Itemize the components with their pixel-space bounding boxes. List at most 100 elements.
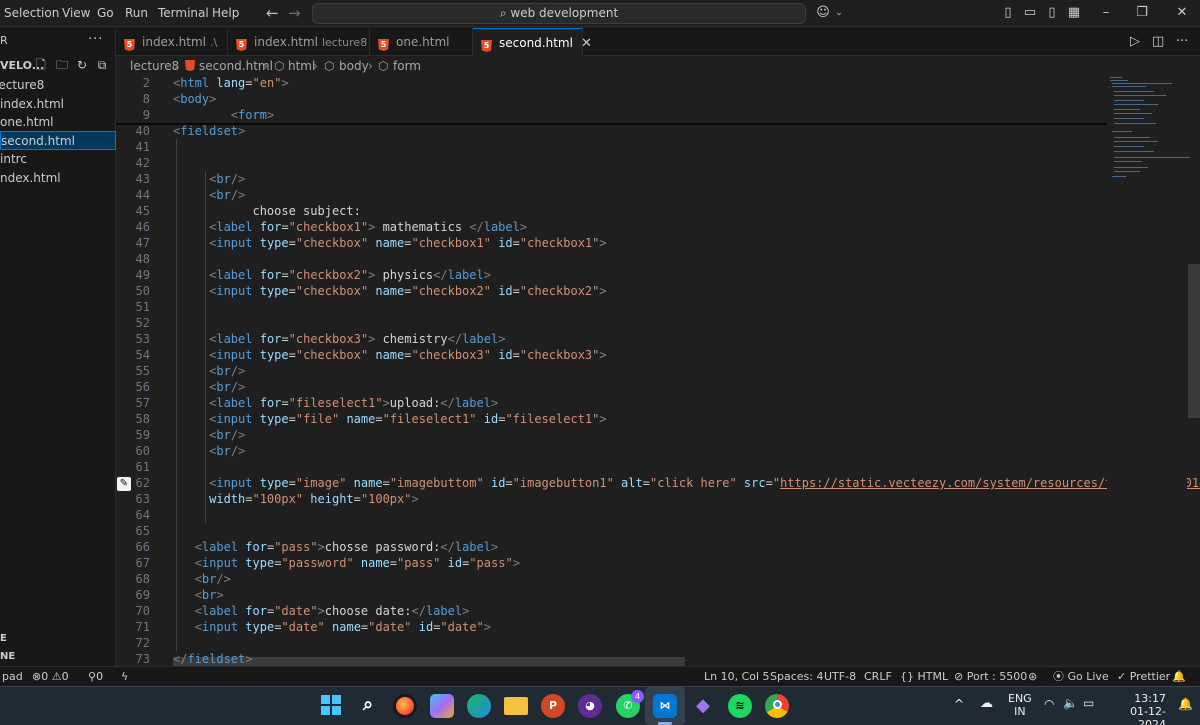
menu-terminal[interactable]: Terminal [158, 0, 209, 27]
code-line[interactable]: 45 choose subject: [116, 203, 1116, 219]
notification-bell-icon[interactable]: 🔔 [1178, 697, 1193, 711]
command-center-search[interactable]: ⌕ web development [312, 3, 806, 24]
menu-go[interactable]: Go [97, 0, 114, 27]
code-line[interactable]: 60 <br/> [116, 443, 1116, 459]
code-line[interactable]: 46 <label for="checkbox1"> mathematics <… [116, 219, 1116, 235]
menu-run[interactable]: Run [125, 0, 148, 27]
minimap[interactable] [1107, 75, 1190, 666]
edge-icon[interactable] [467, 694, 491, 718]
back-arrow-icon[interactable]: ← [266, 4, 279, 22]
obsidian-icon[interactable]: ◆ [691, 694, 715, 718]
mask-app-icon[interactable]: ◕ [578, 694, 602, 718]
toggle-panel-icon[interactable]: ▭ [1022, 5, 1038, 21]
encoding[interactable]: UTF-8 [824, 667, 856, 686]
restore-icon[interactable]: ❐ [1134, 5, 1150, 21]
tree-item-second-html[interactable]: second.html [0, 131, 116, 150]
tree-item-one-html[interactable]: one.html [0, 113, 116, 132]
menu-help[interactable]: Help [212, 0, 239, 27]
code-line[interactable]: 54 <input type="checkbox" name="checkbox… [116, 347, 1116, 363]
tab-index-html-lecture8[interactable]: 5 index.html lecture8 [228, 28, 370, 56]
code-line[interactable]: 67 <input type="password" name="pass" id… [116, 555, 1116, 571]
customize-layout-icon[interactable]: ▦ [1066, 5, 1082, 21]
code-line[interactable]: 40 <fieldset> [116, 123, 1116, 139]
go-live-button[interactable]: ⦿ Go Live [1053, 667, 1109, 686]
code-line[interactable]: 55 <br/> [116, 363, 1116, 379]
code-line[interactable]: 59 <br/> [116, 427, 1116, 443]
status-left-name[interactable]: pad [2, 667, 23, 686]
code-line[interactable]: 52 [116, 315, 1116, 331]
chrome-icon[interactable] [765, 694, 789, 718]
code-line[interactable]: 61 [116, 459, 1116, 475]
code-line[interactable]: 71 <input type="date" name="date" id="da… [116, 619, 1116, 635]
more-actions-icon[interactable]: ··· [88, 32, 103, 47]
more-actions-icon[interactable]: ··· [1176, 34, 1188, 49]
search-icon[interactable]: ⌕ [356, 694, 380, 718]
tree-item-ndex-html[interactable]: ndex.html [0, 169, 116, 188]
vertical-scrollbar-thumb[interactable] [1188, 264, 1200, 418]
language-mode[interactable]: {} HTML [900, 667, 948, 686]
split-editor-icon[interactable]: ◫ [1152, 34, 1164, 49]
refresh-icon[interactable]: ↻ [75, 58, 89, 72]
problems-status[interactable]: ⊗0 ⚠0 [32, 667, 69, 686]
timeline-section[interactable]: NE [0, 651, 15, 662]
powerpoint-icon[interactable]: P [541, 694, 565, 718]
code-line[interactable]: 65 [116, 523, 1116, 539]
menu-selection[interactable]: Selection [4, 0, 59, 27]
ports-status[interactable]: ⚲0 [88, 667, 103, 686]
tab-second-html[interactable]: 5 second.html ✕ [473, 28, 592, 56]
code-line[interactable]: 68 <br/> [116, 571, 1116, 587]
tab-one-html[interactable]: 5 one.html [370, 28, 473, 56]
forward-arrow-icon[interactable]: → [288, 4, 301, 22]
code-line[interactable]: 73 </fieldset> [116, 651, 1116, 666]
run-icon[interactable]: ▷ [1130, 34, 1140, 49]
notifications-icon[interactable]: 🔔 [1172, 667, 1186, 686]
code-line[interactable]: 57 <label for="fileselect1">upload:</lab… [116, 395, 1116, 411]
menu-view[interactable]: View [62, 0, 90, 27]
code-line[interactable]: 62 <input type="image" name="imagebuttom… [116, 475, 1200, 491]
copilot-icon[interactable]: ☺ [815, 5, 831, 21]
onedrive-icon[interactable]: ☁ [980, 696, 993, 711]
spotify-icon[interactable]: ≋ [728, 694, 752, 718]
code-line[interactable]: 48 [116, 251, 1116, 267]
breadcrumb-body[interactable]: body [339, 57, 369, 75]
code-line[interactable]: 41 [116, 139, 1116, 155]
code-line[interactable]: 69 <br> [116, 587, 1116, 603]
code-line[interactable]: 63 width="100px" height="100px"> [116, 491, 1116, 507]
live-server-port[interactable]: ⊘ Port : 5500 [954, 667, 1027, 686]
code-line[interactable]: 56 <br/> [116, 379, 1116, 395]
tree-item-lecture8[interactable]: lecture8 [0, 76, 111, 95]
tree-item-intrc[interactable]: intrc [0, 150, 116, 169]
volume-icon[interactable]: 🔈 [1063, 696, 1078, 710]
firefox-icon[interactable] [393, 694, 417, 718]
line-ending[interactable]: CRLF [864, 667, 892, 686]
file-explorer-icon[interactable] [504, 697, 528, 715]
code-line[interactable]: 51 [116, 299, 1116, 315]
tree-item-index-html[interactable]: index.html [0, 95, 116, 114]
new-folder-icon[interactable]: 🗀 [55, 58, 69, 72]
code-line[interactable]: 50 <input type="checkbox" name="checkbox… [116, 283, 1116, 299]
code-line[interactable]: 8 <body> [116, 91, 1116, 107]
code-editor[interactable]: ✎ 2 <html lang="en"> 8 <body> 9 <form> 40 <fie… [116, 75, 1200, 666]
minimize-icon[interactable]: – [1098, 5, 1114, 21]
toggle-secondary-sidebar-icon[interactable]: ▯ [1044, 5, 1060, 21]
code-line[interactable]: 70 <label for="date">choose date:</label… [116, 603, 1116, 619]
close-tab-icon[interactable]: ✕ [581, 36, 592, 51]
code-line[interactable]: 2 <html lang="en"> [116, 75, 1116, 91]
code-line[interactable]: 53 <label for="checkbox3"> chemistry</la… [116, 331, 1116, 347]
vscode-icon[interactable]: ⋈ [653, 694, 677, 718]
new-file-icon[interactable]: 🗋 [34, 58, 48, 72]
code-line[interactable]: 64 [116, 507, 1116, 523]
collapse-all-icon[interactable]: ⧉ [95, 58, 109, 72]
code-line[interactable]: 47 <input type="checkbox" name="checkbox… [116, 235, 1116, 251]
code-line[interactable]: 9 <form> [116, 107, 1116, 123]
copilot-icon[interactable] [430, 694, 454, 718]
code-line[interactable]: 42 [116, 155, 1116, 171]
windows-start-icon[interactable] [319, 694, 343, 718]
breadcrumb-html[interactable]: html [288, 57, 315, 75]
outline-section[interactable]: E [0, 633, 7, 644]
wifi-icon[interactable]: ◠ [1044, 697, 1054, 711]
code-line[interactable]: 72 [116, 635, 1116, 651]
cursor-position[interactable]: Ln 10, Col 5 [704, 667, 770, 686]
breadcrumb-file[interactable]: second.html [199, 57, 273, 75]
toggle-sidebar-icon[interactable]: ▯ [1000, 5, 1016, 21]
